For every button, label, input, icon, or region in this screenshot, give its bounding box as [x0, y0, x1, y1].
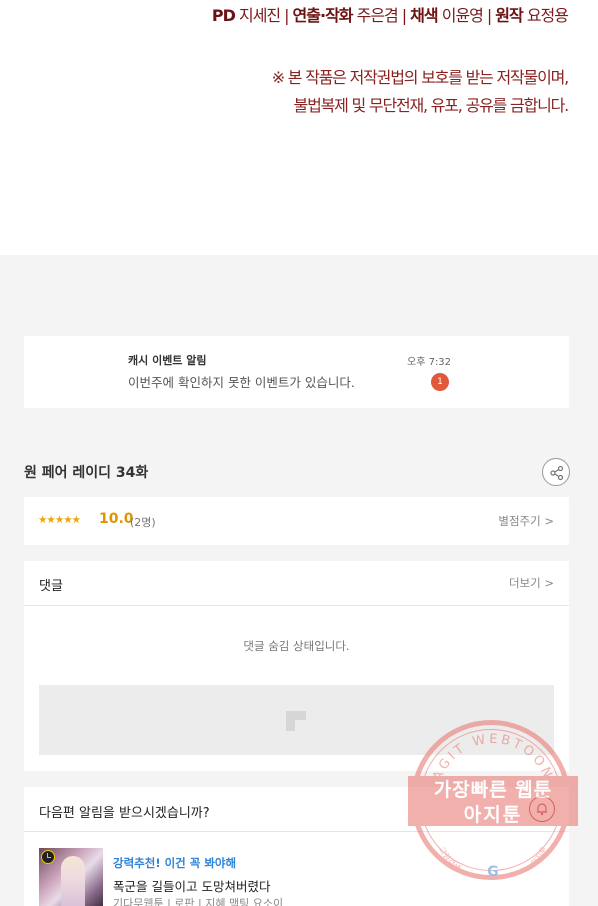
event-notification[interactable]: 캐시 이벤트 알림 오후 7:32 이번주에 확인하지 못한 이벤트가 있습니다… [24, 336, 569, 408]
original-name: 요정용 [526, 6, 569, 25]
stamp-line2: 아지툰 [463, 804, 523, 826]
comments-more-link[interactable]: 더보기 > [509, 575, 554, 591]
recommendation-title[interactable]: 폭군을 길들이고 도망쳐버렸다 [113, 876, 270, 895]
thumbnail-figure [61, 856, 85, 906]
notification-badge: 1 [431, 373, 449, 391]
pd-name: 지세진 [238, 6, 281, 25]
separator: | [284, 6, 289, 25]
star-rating: ★★★★★ [38, 514, 81, 526]
rate-button[interactable]: 별점주기 > [498, 513, 554, 529]
recommendation-label: 강력추천! 이건 꼭 봐야해 [113, 856, 237, 870]
google-g-icon: G [487, 864, 499, 880]
comments-header: 댓글 더보기 > [24, 561, 569, 606]
separator: | [401, 6, 407, 25]
color-name: 이윤영 [441, 6, 484, 25]
stamp-line1: 가장빠른 웹툰 [433, 779, 553, 801]
color-label: 채색 [410, 6, 438, 25]
notification-title: 캐시 이벤트 알림 [128, 354, 207, 367]
direction-label: 연출·작화 [292, 6, 354, 25]
episode-title: 원 페어 레이디 34화 [24, 465, 149, 481]
staff-credits: PD 지세진 | 연출·작화 주은겸 | 채색 이윤영 | 원작 요정용 [211, 2, 569, 26]
placeholder-icon [286, 711, 306, 731]
copyright-notice-line2: 불법복제 및 무단전재, 유포, 공유를 금합니다. [293, 96, 570, 115]
rating-score: 10.0 [99, 511, 134, 527]
svg-text:그림검색: 그림검색 [437, 845, 463, 873]
recommendation-meta: 기다무웹툰 | 로판 | 지혜 맥팅 요소이 [113, 897, 284, 906]
direction-name: 주은겸 [356, 6, 399, 25]
share-icon [550, 465, 564, 481]
comments-hidden-message: 댓글 숨김 상태입니다. [243, 639, 350, 653]
comments-title: 댓글 [39, 579, 63, 594]
share-button[interactable] [542, 458, 570, 486]
original-label: 원작 [495, 6, 523, 25]
notification-body: 이번주에 확인하지 못한 이벤트가 있습니다. [128, 375, 355, 390]
credits-section: PD 지세진 | 연출·작화 주은겸 | 채색 이윤영 | 원작 요정용 ※ 본 작품은 저… [0, 0, 598, 255]
pd-label: PD [211, 6, 236, 25]
notification-time: 오후 7:32 [407, 357, 452, 368]
recommendation-thumbnail[interactable] [39, 848, 103, 906]
rating-card: ★★★★★ 10.0 (2명) 별점주기 > [24, 497, 569, 545]
watermark-stamp: AGIT WEBTOON 그림검색 아지툰 G 가장빠른 웹툰 아지툰 [408, 718, 578, 888]
rating-count: (2명) [130, 516, 156, 529]
separator: | [486, 6, 492, 25]
next-alert-title: 다음편 알림을 받으시겠습니까? [39, 806, 210, 821]
svg-text:아지툰: 아지툰 [528, 845, 549, 868]
copyright-notice-line1: ※ 본 작품은 저작권법의 보호를 받는 저작물이며, [271, 68, 569, 87]
wait-free-clock-icon [41, 850, 55, 864]
